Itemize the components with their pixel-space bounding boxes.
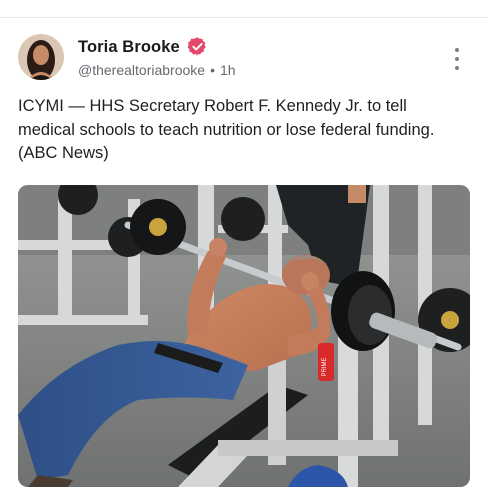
post-image[interactable]: PRIME [18, 185, 470, 487]
avatar-image [18, 34, 64, 80]
post-time[interactable]: 1h [220, 62, 236, 78]
separator-dot: • [210, 62, 215, 78]
gym-photo-illustration: PRIME [18, 185, 470, 487]
author-name[interactable]: Toria Brooke [78, 38, 180, 57]
drink-label: PRIME [322, 357, 328, 376]
post-text: ICYMI — HHS Secretary Robert F. Kennedy … [18, 97, 435, 162]
post-meta: @therealtoriabrooke • 1h [78, 62, 236, 78]
post-card: Toria Brooke @therealtoriabrooke • 1h ICYM… [0, 18, 488, 500]
more-options-button[interactable] [447, 48, 467, 70]
verified-badge-icon [187, 36, 208, 57]
author-handle[interactable]: @therealtoriabrooke [78, 62, 205, 78]
more-vertical-icon-dot [455, 66, 459, 70]
more-vertical-icon-dot [455, 48, 459, 52]
more-vertical-icon-dot [455, 57, 459, 61]
avatar[interactable] [18, 34, 64, 80]
